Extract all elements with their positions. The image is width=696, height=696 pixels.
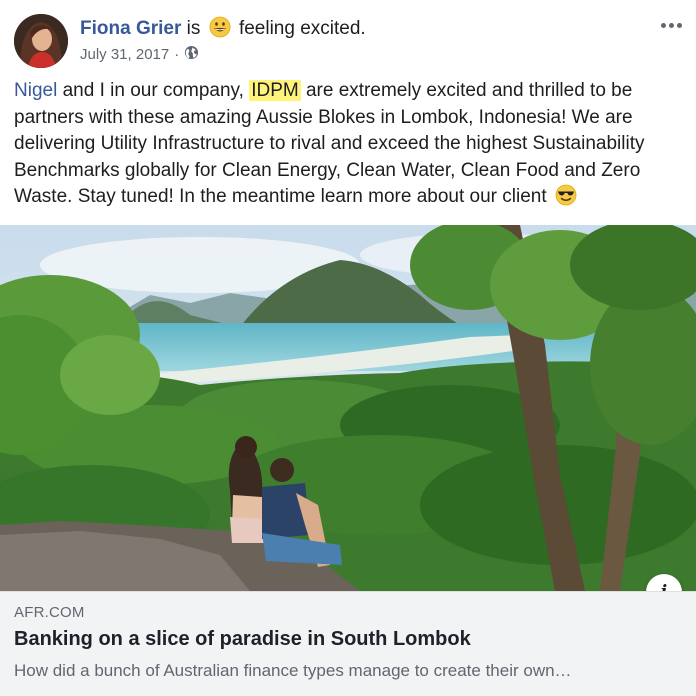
date-separator: ·: [174, 46, 180, 63]
author-name[interactable]: Fiona Grier: [80, 18, 181, 39]
post-text-part-1: and I in our company,: [62, 80, 244, 101]
avatar[interactable]: [14, 14, 68, 68]
link-title[interactable]: Banking on a slice of paradise in South …: [14, 628, 471, 651]
author-line: Fiona Grier is feeling excited.: [80, 16, 366, 45]
more-options-button[interactable]: [656, 14, 686, 36]
feeling-text: feeling excited.: [238, 18, 366, 39]
post-date[interactable]: July 31, 2017: [80, 46, 169, 63]
sunglasses-face-emoji-icon: [555, 184, 577, 215]
post-header: Fiona Grier is feeling excited. July 31,…: [0, 0, 696, 74]
is-text: is: [186, 18, 201, 39]
mention-link[interactable]: Nigel: [14, 80, 57, 101]
link-description: How did a bunch of Australian finance ty…: [14, 661, 572, 680]
globe-icon[interactable]: [184, 45, 199, 64]
post-text: Nigel and I in our company, IDPM are ext…: [14, 78, 684, 215]
ellipsis-icon: [660, 22, 666, 28]
link-domain: AFR.COM: [14, 604, 85, 621]
highlighted-term: IDPM: [249, 80, 301, 101]
link-preview[interactable]: AFR.COM Banking on a slice of paradise i…: [0, 591, 696, 696]
lombok-landscape-photo[interactable]: [0, 225, 696, 591]
grinning-face-emoji-icon: [209, 16, 231, 45]
post-meta: July 31, 2017 ·: [80, 45, 199, 64]
